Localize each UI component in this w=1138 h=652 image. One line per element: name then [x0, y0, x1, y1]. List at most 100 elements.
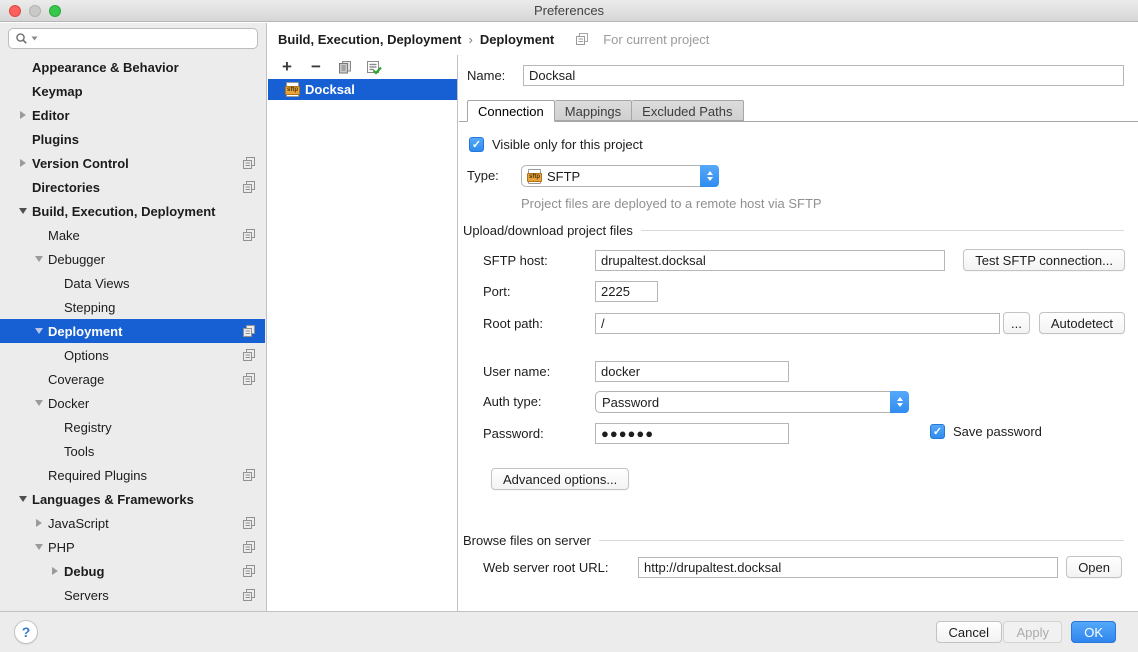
- sidebar-item-data-views[interactable]: Data Views: [0, 271, 265, 295]
- sftp-host-label: SFTP host:: [483, 251, 548, 271]
- sidebar-item-label: Options: [64, 348, 109, 363]
- sidebar-item-label: Deployment: [48, 324, 122, 339]
- server-list-item-docksal[interactable]: sftp Docksal: [268, 79, 457, 100]
- checkbox-checked-icon[interactable]: ✓: [469, 137, 484, 152]
- current-project-badge-icon: [243, 229, 255, 241]
- current-project-badge-icon: [243, 157, 255, 169]
- expanded-arrow-icon[interactable]: [30, 400, 48, 406]
- select-stepper-icon[interactable]: [890, 391, 909, 413]
- sidebar-item-debug[interactable]: Debug: [0, 559, 265, 583]
- select-stepper-icon[interactable]: [700, 165, 719, 187]
- ok-button[interactable]: OK: [1071, 621, 1116, 643]
- sidebar-item-build-execution-deployment[interactable]: Build, Execution, Deployment: [0, 199, 265, 223]
- apply-button[interactable]: Apply: [1003, 621, 1062, 643]
- remove-server-icon[interactable]: −: [308, 59, 324, 75]
- current-project-badge-icon: [243, 325, 255, 337]
- sidebar-item-plugins[interactable]: Plugins: [0, 127, 265, 151]
- collapsed-arrow-icon[interactable]: [30, 519, 48, 527]
- use-as-default-icon[interactable]: [366, 59, 382, 75]
- dialog-footer: ? Cancel Apply OK: [0, 611, 1138, 652]
- tab-connection[interactable]: Connection: [467, 100, 555, 122]
- deployment-form: Name: ConnectionMappingsExcluded Paths ✓…: [459, 55, 1138, 611]
- sidebar-item-docker[interactable]: Docker: [0, 391, 265, 415]
- name-input[interactable]: [523, 65, 1124, 86]
- sidebar-item-coverage[interactable]: Coverage: [0, 367, 265, 391]
- port-label: Port:: [483, 282, 510, 302]
- sidebar-item-directories[interactable]: Directories: [0, 175, 265, 199]
- sftp-host-input[interactable]: [595, 250, 945, 271]
- sidebar-item-languages-frameworks[interactable]: Languages & Frameworks: [0, 487, 265, 511]
- sidebar-item-debugger[interactable]: Debugger: [0, 247, 265, 271]
- search-icon: [15, 32, 29, 46]
- collapsed-arrow-icon[interactable]: [14, 159, 32, 167]
- sidebar-item-registry[interactable]: Registry: [0, 415, 265, 439]
- sidebar-item-make[interactable]: Make: [0, 223, 265, 247]
- expanded-arrow-icon[interactable]: [30, 256, 48, 262]
- preferences-window: Preferences Appearance & BehaviorKeymapE…: [0, 0, 1138, 652]
- sidebar-item-php[interactable]: PHP: [0, 535, 265, 559]
- visible-only-checkbox[interactable]: ✓ Visible only for this project: [469, 137, 643, 152]
- sidebar-item-servers[interactable]: Servers: [0, 583, 265, 607]
- sidebar-item-keymap[interactable]: Keymap: [0, 79, 265, 103]
- collapsed-arrow-icon[interactable]: [14, 111, 32, 119]
- save-password-label: Save password: [953, 424, 1042, 439]
- collapsed-arrow-icon[interactable]: [46, 567, 64, 575]
- sidebar-item-label: Keymap: [32, 84, 83, 99]
- user-name-label: User name:: [483, 362, 550, 382]
- expanded-arrow-icon[interactable]: [14, 496, 32, 502]
- search-options-chevron-icon[interactable]: [31, 36, 38, 41]
- sidebar-item-label: Make: [48, 228, 80, 243]
- expanded-arrow-icon[interactable]: [14, 208, 32, 214]
- user-name-input[interactable]: [595, 361, 789, 382]
- type-help-text: Project files are deployed to a remote h…: [521, 196, 822, 211]
- tab-mappings[interactable]: Mappings: [555, 100, 632, 121]
- sidebar-item-required-plugins[interactable]: Required Plugins: [0, 463, 265, 487]
- expanded-arrow-icon[interactable]: [30, 328, 48, 334]
- breadcrumb-current: Deployment: [480, 32, 554, 47]
- cancel-button[interactable]: Cancel: [936, 621, 1002, 643]
- sidebar-item-appearance-behavior[interactable]: Appearance & Behavior: [0, 55, 265, 79]
- browse-section-title: Browse files on server: [463, 533, 591, 548]
- web-root-label: Web server root URL:: [483, 558, 608, 578]
- root-path-input[interactable]: [595, 313, 1000, 334]
- auth-type-select[interactable]: Password: [595, 391, 909, 413]
- root-path-label: Root path:: [483, 314, 543, 334]
- type-select[interactable]: sftp SFTP: [521, 165, 719, 187]
- tab-excluded-paths[interactable]: Excluded Paths: [632, 100, 743, 121]
- sidebar-item-version-control[interactable]: Version Control: [0, 151, 265, 175]
- sidebar-item-label: Servers: [64, 588, 109, 603]
- checkbox-checked-icon[interactable]: ✓: [930, 424, 945, 439]
- minimize-window-button[interactable]: [29, 5, 41, 17]
- web-root-input[interactable]: [638, 557, 1058, 578]
- password-input[interactable]: [595, 423, 789, 444]
- autodetect-button[interactable]: Autodetect: [1039, 312, 1125, 334]
- sidebar-item-deployment[interactable]: Deployment: [0, 319, 265, 343]
- test-sftp-connection-button[interactable]: Test SFTP connection...: [963, 249, 1125, 271]
- sidebar-item-stepping[interactable]: Stepping: [0, 295, 265, 319]
- zoom-window-button[interactable]: [49, 5, 61, 17]
- sidebar-item-javascript[interactable]: JavaScript: [0, 511, 265, 535]
- save-password-checkbox[interactable]: ✓ Save password: [930, 424, 1042, 439]
- settings-search-box[interactable]: [8, 28, 258, 49]
- close-window-button[interactable]: [9, 5, 21, 17]
- copy-server-icon[interactable]: [337, 59, 353, 75]
- sidebar-item-label: Directories: [32, 180, 100, 195]
- name-label: Name:: [467, 66, 505, 86]
- sidebar-item-options[interactable]: Options: [0, 343, 265, 367]
- sidebar-item-tools[interactable]: Tools: [0, 439, 265, 463]
- port-input[interactable]: [595, 281, 658, 302]
- sidebar-item-label: Debugger: [48, 252, 105, 267]
- expanded-arrow-icon[interactable]: [30, 544, 48, 550]
- search-input[interactable]: [40, 31, 251, 46]
- sidebar-item-label: Languages & Frameworks: [32, 492, 194, 507]
- current-project-badge-icon: [243, 517, 255, 529]
- open-url-button[interactable]: Open: [1066, 556, 1122, 578]
- browse-root-path-button[interactable]: ...: [1003, 312, 1030, 334]
- breadcrumb-parent[interactable]: Build, Execution, Deployment: [278, 32, 461, 47]
- advanced-options-button[interactable]: Advanced options...: [491, 468, 629, 490]
- add-server-icon[interactable]: +: [279, 59, 295, 75]
- settings-tree: Appearance & Behavior Keymap EditorPlugins…: [0, 55, 265, 607]
- sidebar-item-editor[interactable]: Editor: [0, 103, 265, 127]
- current-project-badge-icon: [243, 565, 255, 577]
- help-button[interactable]: ?: [14, 620, 38, 644]
